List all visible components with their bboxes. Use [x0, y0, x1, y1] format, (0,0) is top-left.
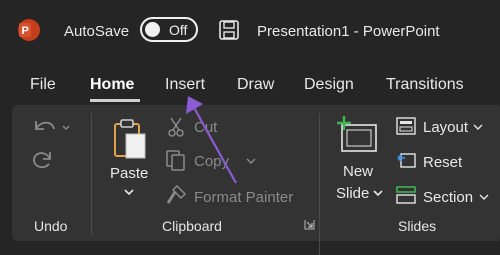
paste-label[interactable]: Paste [110, 165, 148, 182]
layout-icon[interactable] [396, 117, 416, 135]
layout-label[interactable]: Layout [423, 119, 468, 136]
undo-icon[interactable] [30, 115, 74, 141]
chevron-down-icon[interactable] [123, 188, 135, 196]
paste-icon[interactable] [112, 118, 148, 160]
tab-home[interactable]: Home [90, 76, 134, 94]
tab-design[interactable]: Design [304, 76, 354, 94]
reset-label[interactable]: Reset [423, 154, 462, 171]
group-divider [319, 113, 320, 255]
dialog-launcher-icon[interactable] [304, 219, 315, 230]
new-slide-label-1[interactable]: New [343, 163, 373, 180]
slides-group-label: Slides [398, 218, 437, 234]
tab-draw[interactable]: Draw [237, 76, 274, 94]
active-tab-indicator [90, 99, 140, 102]
clipboard-group-label: Clipboard [162, 218, 222, 234]
chevron-down-icon[interactable] [372, 189, 384, 197]
cut-label[interactable]: Cut [194, 119, 217, 136]
save-icon[interactable] [218, 19, 240, 41]
chevron-down-icon[interactable] [472, 123, 484, 131]
copy-icon[interactable] [165, 149, 187, 171]
chevron-down-icon[interactable] [478, 193, 490, 201]
autosave-label: AutoSave [64, 23, 130, 40]
tab-transitions[interactable]: Transitions [386, 76, 464, 94]
reset-icon[interactable] [396, 150, 416, 170]
svg-text:P: P [22, 25, 29, 37]
autosave-state: Off [169, 22, 188, 38]
group-divider [91, 113, 92, 235]
powerpoint-logo-icon: P [18, 19, 40, 41]
copy-label[interactable]: Copy [194, 153, 229, 170]
tab-insert[interactable]: Insert [165, 76, 205, 94]
format-painter-label[interactable]: Format Painter [194, 189, 293, 206]
new-slide-label-2[interactable]: Slide [336, 185, 369, 202]
autosave-toggle[interactable]: Off [140, 17, 198, 42]
format-painter-icon[interactable] [165, 184, 187, 206]
chevron-down-icon[interactable] [245, 157, 257, 165]
redo-icon[interactable] [30, 147, 56, 173]
cut-icon[interactable] [166, 116, 186, 138]
section-label[interactable]: Section [423, 189, 473, 206]
document-title: Presentation1 - PowerPoint [257, 23, 440, 40]
undo-group-label: Undo [34, 218, 68, 234]
toggle-knob [145, 22, 160, 37]
section-icon[interactable] [396, 185, 416, 205]
tab-file[interactable]: File [30, 76, 56, 94]
new-slide-icon[interactable] [336, 116, 380, 154]
